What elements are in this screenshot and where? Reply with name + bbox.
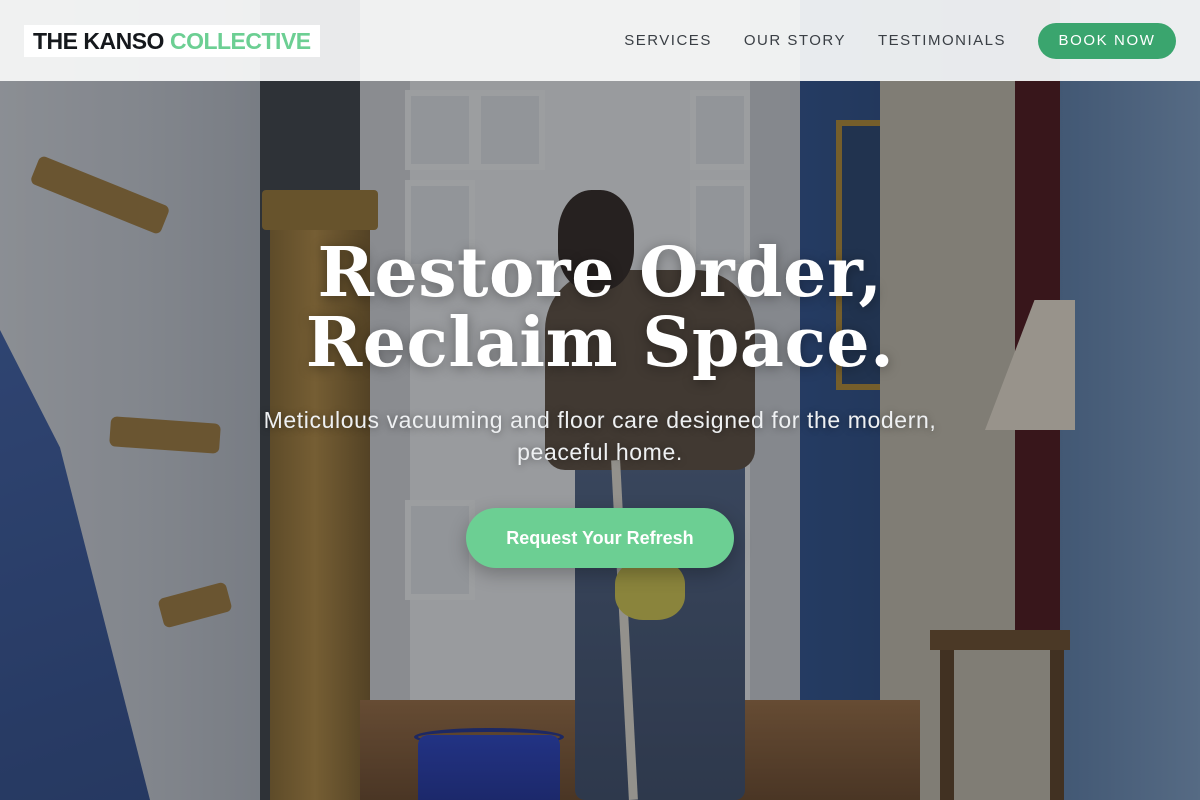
book-now-button[interactable]: BOOK NOW	[1038, 22, 1176, 59]
hero-headline: Restore Order, Reclaim Space.	[306, 238, 895, 378]
headline-line-2: Reclaim Space.	[305, 303, 895, 383]
site-header: THE KANSO COLLECTIVE SERVICES OUR STORY …	[0, 0, 1200, 81]
logo-primary-text: THE KANSO	[33, 27, 164, 54]
nav-link-our-story[interactable]: OUR STORY	[744, 32, 846, 49]
headline-line-1: Restore Order,	[317, 233, 883, 313]
request-refresh-button[interactable]: Request Your Refresh	[466, 508, 734, 568]
hero-subheadline: Meticulous vacuuming and floor care desi…	[263, 407, 937, 465]
nav-link-testimonials[interactable]: TESTIMONIALS	[878, 32, 1006, 49]
nav-link-services[interactable]: SERVICES	[624, 32, 712, 49]
site-logo[interactable]: THE KANSO COLLECTIVE	[24, 24, 320, 57]
hero-section: Restore Order, Reclaim Space. Meticulous…	[0, 81, 1200, 800]
main-nav: SERVICES OUR STORY TESTIMONIALS BOOK NOW	[624, 22, 1176, 59]
logo-accent-text: COLLECTIVE	[169, 27, 311, 54]
